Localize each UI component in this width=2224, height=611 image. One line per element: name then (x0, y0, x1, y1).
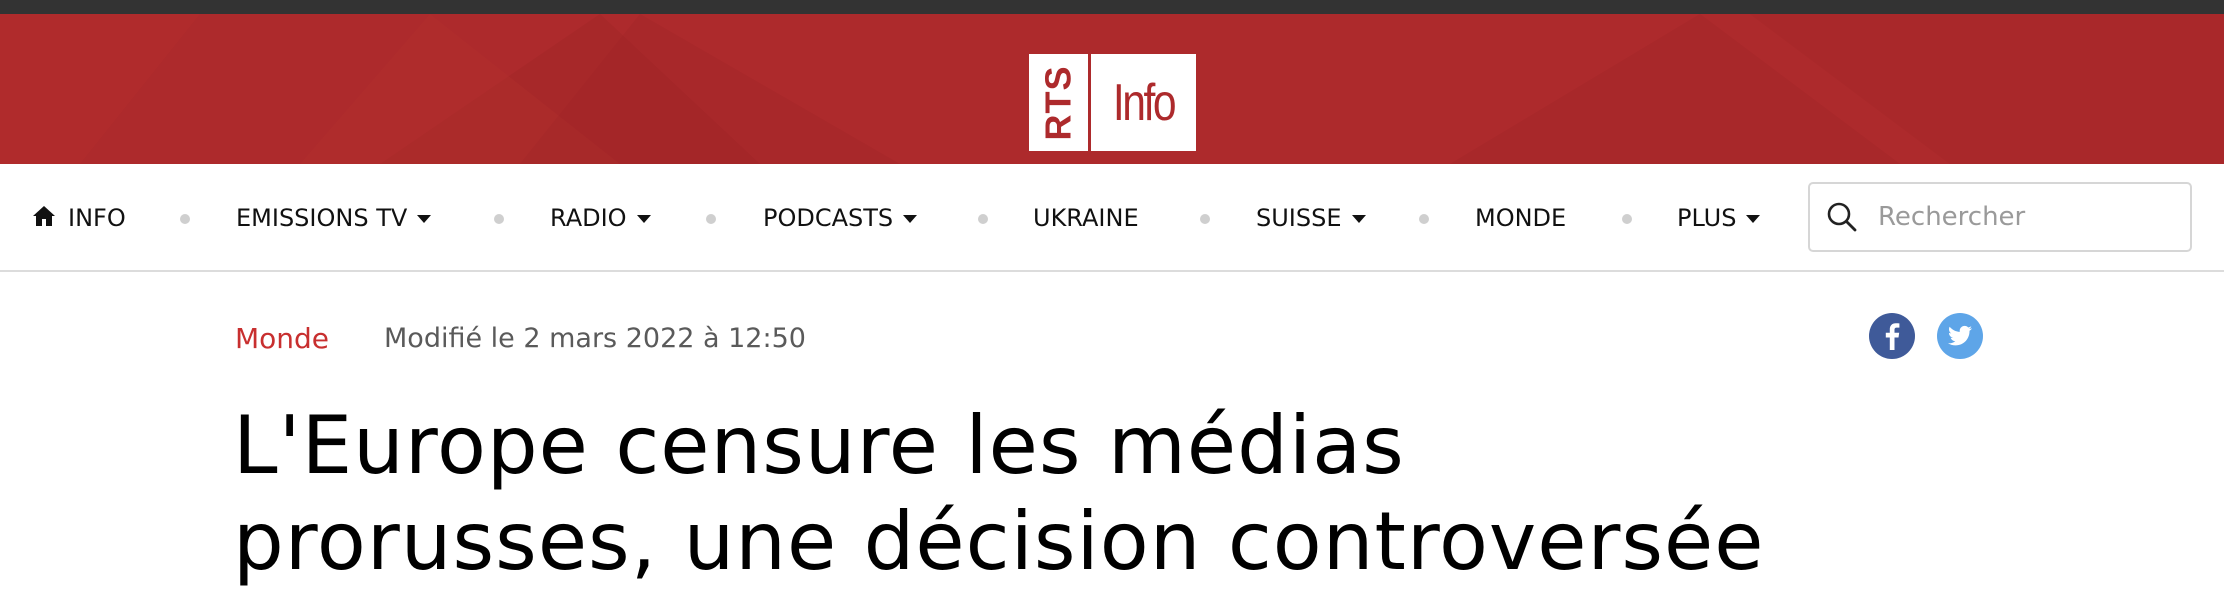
nav-item-info[interactable]: INFO (32, 164, 126, 272)
nav-item-monde[interactable]: MONDE (1475, 164, 1566, 272)
top-strip (0, 0, 2224, 14)
nav-separator (494, 214, 504, 224)
search-input[interactable] (1878, 202, 2168, 232)
nav-item-radio[interactable]: RADIO (550, 164, 651, 272)
nav-item-suisse[interactable]: SUISSE (1256, 164, 1366, 272)
twitter-icon (1948, 325, 1972, 346)
nav-item-plus[interactable]: PLUS (1677, 164, 1761, 272)
nav-item-label: MONDE (1475, 204, 1567, 232)
header-banner: RTS Info (0, 14, 2224, 164)
nav-separator (1622, 214, 1632, 224)
nav-item-podcasts[interactable]: PODCASTS (763, 164, 918, 272)
share-facebook-button[interactable] (1869, 313, 1915, 359)
logo-brand-text: RTS (1037, 65, 1079, 140)
nav-item-label: PLUS (1677, 204, 1737, 232)
nav-item-label: INFO (68, 204, 126, 232)
article-headline: L'Europe censure les médias prorusses, u… (233, 398, 2013, 590)
nav-item-emissions-tv[interactable]: EMISSIONS TV (236, 164, 432, 272)
home-icon (33, 206, 55, 226)
search-box[interactable] (1808, 182, 2192, 252)
nav-separator (978, 214, 988, 224)
nav-item-label: SUISSE (1256, 204, 1342, 232)
nav-item-label: EMISSIONS TV (236, 204, 408, 232)
logo-rts-mark: RTS (1029, 54, 1091, 151)
caret-down-icon (903, 215, 918, 223)
caret-down-icon (1351, 215, 1366, 223)
caret-down-icon (1746, 215, 1761, 223)
headline-line: prorusses, une décision controversée (233, 495, 1765, 588)
section-link[interactable]: Monde (235, 322, 329, 355)
headline-line: L'Europe censure les médias (233, 399, 1405, 492)
nav-item-label: UKRAINE (1033, 204, 1139, 232)
nav-separator (1419, 214, 1429, 224)
caret-down-icon (417, 215, 432, 223)
rts-info-logo[interactable]: RTS Info (1029, 54, 1196, 151)
article-section: Monde (235, 318, 329, 358)
search-icon[interactable] (1826, 201, 1858, 233)
modified-date: Modifié le 2 mars 2022 à 12:50 (384, 322, 806, 354)
nav-separator (180, 214, 190, 224)
facebook-icon (1885, 323, 1900, 350)
nav-separator (1200, 214, 1210, 224)
logo-product-text: Info (1112, 73, 1177, 132)
share-twitter-button[interactable] (1937, 313, 1983, 359)
nav-item-label: RADIO (550, 204, 627, 232)
nav-item-label: PODCASTS (763, 204, 894, 232)
nav-separator (706, 214, 716, 224)
nav-item-ukraine[interactable]: UKRAINE (1033, 164, 1139, 272)
caret-down-icon (636, 215, 651, 223)
